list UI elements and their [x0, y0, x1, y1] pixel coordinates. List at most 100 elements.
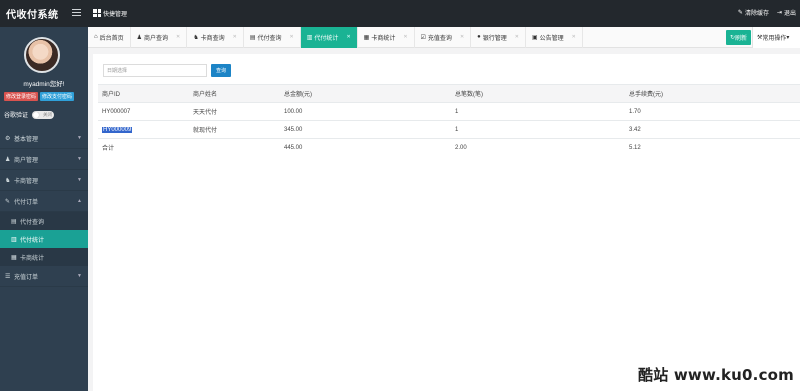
column-header: 总笔数(笔)	[451, 84, 625, 103]
users-icon: ♞	[193, 34, 199, 41]
table-row: HY000007 天天代付 100.00 1 1.70	[98, 102, 800, 121]
search-button[interactable]: 查询	[211, 64, 231, 77]
tab-payout-stats[interactable]: ▥ 代付统计 ✕	[300, 26, 358, 48]
tab-label: 公告管理	[539, 35, 564, 42]
cell-merchant-name: 就现代付	[189, 120, 280, 139]
home-icon: ⌂	[94, 34, 98, 40]
sidebar: myadmin您好! 修改登录密码 修改支付密码 谷歌验证 关闭 ⚙ 基本管理 …	[0, 27, 88, 391]
google-verify-row: 谷歌验证 关闭	[4, 110, 55, 119]
tab-merchant-query[interactable]: ♟ 商户查询 ✕	[131, 26, 188, 48]
cell-total-label: 合计	[98, 138, 189, 157]
tab-card-stats[interactable]: ▦ 卡商统计 ✕	[358, 26, 415, 48]
stats-panel: 日期选择 查询 商户ID 商户姓名 总金额(元) 总笔数(笔) 总手续费(元) …	[93, 54, 800, 391]
caret-down-icon: ▼	[77, 273, 82, 279]
tabs-bar: ⌂ 后台首页 ♟ 商户查询 ✕ ♞ 卡商查询 ✕ ▤ 代付查询 ✕ ▥ 代付统计…	[88, 26, 800, 48]
close-icon[interactable]: ✕	[290, 34, 294, 40]
sidebar-item-basic[interactable]: ⚙ 基本管理 ▼	[0, 128, 88, 149]
sidebar-item-merchant[interactable]: ♟ 商户管理 ▼	[0, 149, 88, 170]
caret-up-icon: ▲	[77, 198, 82, 204]
cell-merchant-name: 天天代付	[189, 102, 280, 121]
refresh-button[interactable]: ↻ 刷新	[725, 30, 751, 45]
common-ops-label: 常用操作	[762, 36, 787, 42]
close-icon[interactable]: ✕	[460, 34, 464, 40]
cell-total-amount: 345.00	[280, 120, 451, 139]
cell-total-fee: 3.42	[625, 120, 800, 139]
logout-icon: ⇥	[776, 10, 782, 16]
tab-recharge-query[interactable]: ☑ 充值查询 ✕	[415, 26, 472, 48]
content-area: 日期选择 查询 商户ID 商户姓名 总金额(元) 总笔数(笔) 总手续费(元) …	[88, 48, 800, 391]
google-verify-label: 谷歌验证	[4, 113, 29, 119]
cell-total-fee: 1.70	[625, 102, 800, 121]
refresh-label: 刷新	[734, 36, 747, 42]
sidebar-subitem-payout-stats[interactable]: ▥ 代付统计	[0, 230, 88, 248]
quick-manage-button[interactable]: 快捷管理	[93, 6, 127, 20]
bar-chart-icon: ▥	[306, 34, 313, 41]
column-header: 商户ID	[98, 84, 189, 103]
sidebar-item-card-merchant[interactable]: ♞ 卡商管理 ▼	[0, 170, 88, 191]
tab-notice-manage[interactable]: ▣ 公告管理 ✕	[526, 26, 583, 48]
sidebar-item-label: 充值订单	[14, 274, 39, 281]
caret-down-icon: ▼	[77, 156, 82, 162]
username: myadmin您好!	[23, 81, 65, 88]
tab-payout-query[interactable]: ▤ 代付查询 ✕	[244, 26, 301, 48]
cell-total-amount: 100.00	[280, 102, 451, 121]
tab-bank-manage[interactable]: ● 银行管理 ✕	[471, 26, 526, 48]
cell-merchant-id: HY000007	[98, 102, 189, 121]
change-pay-password-button[interactable]: 修改支付密码	[40, 92, 75, 101]
sidebar-item-label: 卡商管理	[14, 178, 39, 185]
tab-card-merchant-query[interactable]: ♞ 卡商查询 ✕	[187, 26, 244, 48]
tab-label: 代付统计	[314, 35, 339, 42]
clear-cache-button[interactable]: ✎ 清除缓存	[738, 8, 769, 17]
close-icon[interactable]: ✕	[233, 34, 237, 40]
cell-total-count: 1	[451, 120, 625, 139]
payout-stats-table: 商户ID 商户姓名 总金额(元) 总笔数(笔) 总手续费(元) HY000007…	[98, 84, 800, 157]
logout-label: 退出	[783, 11, 796, 17]
sidebar-subitem-card-stats[interactable]: ▦ 卡商统计	[0, 248, 88, 266]
avatar[interactable]	[24, 37, 60, 73]
doc-icon: ▤	[249, 34, 256, 41]
sidebar-item-label: 代付订单	[14, 199, 39, 206]
column-header: 总手续费(元)	[625, 84, 800, 103]
close-icon[interactable]: ✕	[346, 34, 350, 40]
tab-label: 银行管理	[482, 35, 507, 42]
sidebar-subitem-label: 代付统计	[20, 237, 45, 244]
grid-icon	[93, 9, 101, 17]
close-icon[interactable]: ✕	[572, 34, 576, 40]
tab-label: 后台首页	[99, 35, 124, 42]
close-icon[interactable]: ✕	[515, 34, 519, 40]
menu-toggle-icon[interactable]	[72, 9, 81, 17]
caret-down-icon: ▼	[77, 135, 82, 141]
common-ops-dropdown[interactable]: ⚒ 常用操作 ▾	[752, 27, 800, 48]
tab-label: 充值查询	[427, 35, 452, 42]
sidebar-subitem-payout-query[interactable]: ▤ 代付查询	[0, 212, 88, 230]
sidebar-item-recharge-orders[interactable]: ☰ 充值订单 ▼	[0, 266, 88, 287]
close-icon[interactable]: ✕	[176, 34, 180, 40]
toggle-state-label: 关闭	[43, 111, 53, 117]
tab-label: 代付查询	[257, 35, 282, 42]
sidebar-item-payout-orders[interactable]: ✎ 代付订单 ▲	[0, 191, 88, 212]
sidebar-item-label: 商户管理	[14, 157, 39, 164]
cell-merchant-id: HY000009	[98, 120, 189, 139]
column-header: 总金额(元)	[280, 84, 451, 103]
tab-label: 卡商查询	[200, 35, 225, 42]
selected-text: HY000009	[102, 126, 133, 133]
table-total-row: 合计 445.00 2.00 5.12	[98, 138, 800, 157]
close-icon[interactable]: ✕	[403, 34, 407, 40]
logout-button[interactable]: ⇥ 退出	[777, 8, 796, 17]
doc-icon: ▤	[11, 218, 17, 225]
tab-label: 商户查询	[144, 35, 169, 42]
chart-icon: ▦	[363, 34, 370, 41]
date-picker-input[interactable]: 日期选择	[103, 64, 207, 77]
bar-chart-icon: ▥	[11, 236, 17, 243]
calendar-icon: ▣	[531, 34, 538, 41]
column-header: 商户姓名	[189, 84, 280, 103]
cell-total-count: 2.00	[451, 138, 625, 157]
change-login-password-button[interactable]: 修改登录密码	[4, 92, 39, 101]
sidebar-subitem-label: 卡商统计	[20, 255, 45, 262]
sidebar-subitem-label: 代付查询	[20, 219, 45, 226]
tab-home[interactable]: ⌂ 后台首页	[88, 26, 131, 48]
table-row: HY000009 就现代付 345.00 1 3.42	[98, 120, 800, 139]
bank-icon: ●	[477, 34, 481, 40]
google-verify-toggle[interactable]: 关闭	[32, 110, 55, 119]
wrench-icon: ✎	[737, 10, 743, 16]
